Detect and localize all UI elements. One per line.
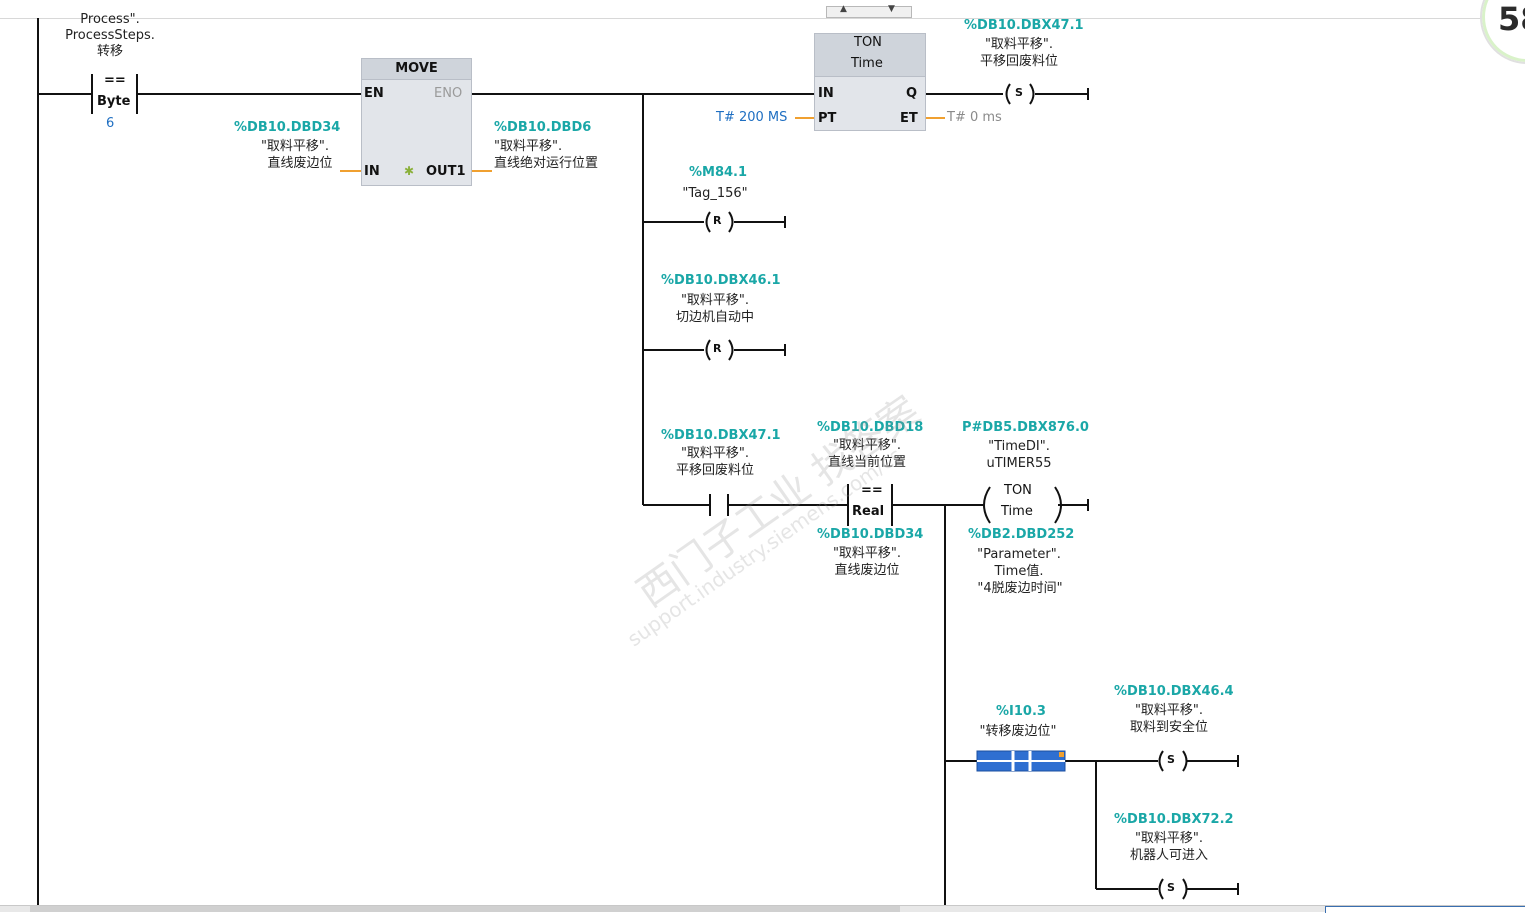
move-out-address[interactable]: %DB10.DBD6	[494, 121, 591, 135]
move-in-pin: IN	[364, 164, 380, 179]
coil-s3-letter: S	[1167, 881, 1175, 894]
compare-type: Byte	[97, 94, 131, 109]
move-out-pin: OUT1	[426, 164, 466, 179]
move-en-pin: EN	[364, 86, 384, 101]
compare-operand-line1: Process".	[80, 12, 140, 27]
coil-s1-symbol1: "取料平移".	[984, 37, 1054, 52]
ton-pt-value[interactable]: T# 200 MS	[716, 111, 787, 125]
coil-r2-letter: R	[713, 342, 722, 355]
ton-coil-symbol1: "TimeDI".	[988, 439, 1050, 454]
ton-q-pin: Q	[906, 86, 918, 101]
compare-operand-line2: ProcessSteps.	[65, 28, 155, 43]
compare-real-bottom-address[interactable]: %DB10.DBD34	[817, 528, 923, 542]
ton-coil-param2: Time值.	[994, 564, 1044, 579]
coil-s1-left	[1005, 83, 1011, 105]
coil-s2-address[interactable]: %DB10.DBX46.4	[1114, 685, 1234, 699]
compare-operand-line3: 转移	[96, 44, 123, 59]
move-in-address[interactable]: %DB10.DBD34	[234, 121, 340, 135]
ton-coil-type[interactable]: Time	[1001, 505, 1033, 519]
compare-real-bottom-symbol2: 直线废边位	[834, 563, 900, 578]
ton-coil-param3: "4脱废边时间"	[977, 581, 1063, 596]
move-in-symbol1: "取料平移".	[260, 139, 330, 154]
move-eno-pin: ENO	[434, 86, 463, 101]
coil-r2-address[interactable]: %DB10.DBX46.1	[661, 274, 781, 288]
compare-real-bottom-symbol1: "取料平移".	[832, 546, 902, 561]
coil-s3-symbol1: "取料平移".	[1134, 831, 1204, 846]
ton-coil-title: TON	[1004, 483, 1032, 498]
ton-in-pin: IN	[818, 86, 834, 101]
coil-s1-address[interactable]: %DB10.DBX47.1	[964, 19, 1084, 33]
contact-no-symbol1: "取料平移".	[680, 446, 750, 461]
coil-s1-symbol2: 平移回废料位	[979, 54, 1058, 69]
compare-value[interactable]: 6	[106, 117, 114, 131]
ton-et-pin: ET	[900, 111, 918, 126]
ton-coil-address[interactable]: P#DB5.DBX876.0	[962, 421, 1089, 435]
contact-no-address[interactable]: %DB10.DBX47.1	[661, 429, 781, 443]
coil-r2-symbol1: "取料平移".	[680, 293, 750, 308]
ton-coil-param-address[interactable]: %DB2.DBD252	[968, 528, 1074, 542]
coil-s1-letter: S	[1015, 86, 1023, 99]
coil-r1-symbol1: "Tag_156"	[682, 186, 748, 201]
scrollbar-right-pane[interactable]	[1325, 906, 1525, 913]
ton-et-value: T# 0 ms	[947, 110, 1002, 125]
contact-i-symbol1: "转移废边位"	[979, 724, 1057, 739]
coil-r1-letter: R	[713, 214, 722, 227]
move-title: MOVE	[362, 59, 471, 80]
coil-r2-symbol2: 切边机自动中	[675, 310, 754, 325]
move-out-symbol2: 直线绝对运行位置	[494, 156, 599, 171]
coil-s1-right	[1029, 83, 1035, 105]
move-out-symbol1: "取料平移".	[494, 139, 563, 154]
compare-real-type[interactable]: Real	[852, 505, 884, 519]
ton-coil-symbol2: uTIMER55	[986, 456, 1052, 471]
coil-s2-symbol1: "取料平移".	[1134, 703, 1204, 718]
scrollbar-thumb[interactable]	[30, 906, 900, 912]
coil-r1-address[interactable]: %M84.1	[689, 166, 747, 180]
ton-pt-pin: PT	[818, 111, 837, 126]
contact-i-address[interactable]: %I10.3	[996, 705, 1046, 719]
ton-type[interactable]: Time	[851, 57, 883, 71]
ton-coil-param1: "Parameter".	[977, 547, 1061, 562]
coil-s2-symbol2: 取料到安全位	[1129, 720, 1208, 735]
coil-s3-address[interactable]: %DB10.DBX72.2	[1114, 813, 1234, 827]
move-in-symbol2: 直线废边位	[267, 156, 333, 171]
coil-s3-symbol2: 机器人可进入	[1129, 848, 1208, 863]
coil-s2-letter: S	[1167, 753, 1175, 766]
ton-title: TON	[854, 35, 882, 50]
compare-op: ==	[104, 73, 126, 88]
move-add-output-icon[interactable]: ✱	[404, 164, 414, 178]
contact-no-symbol2: 平移回废料位	[675, 463, 754, 478]
